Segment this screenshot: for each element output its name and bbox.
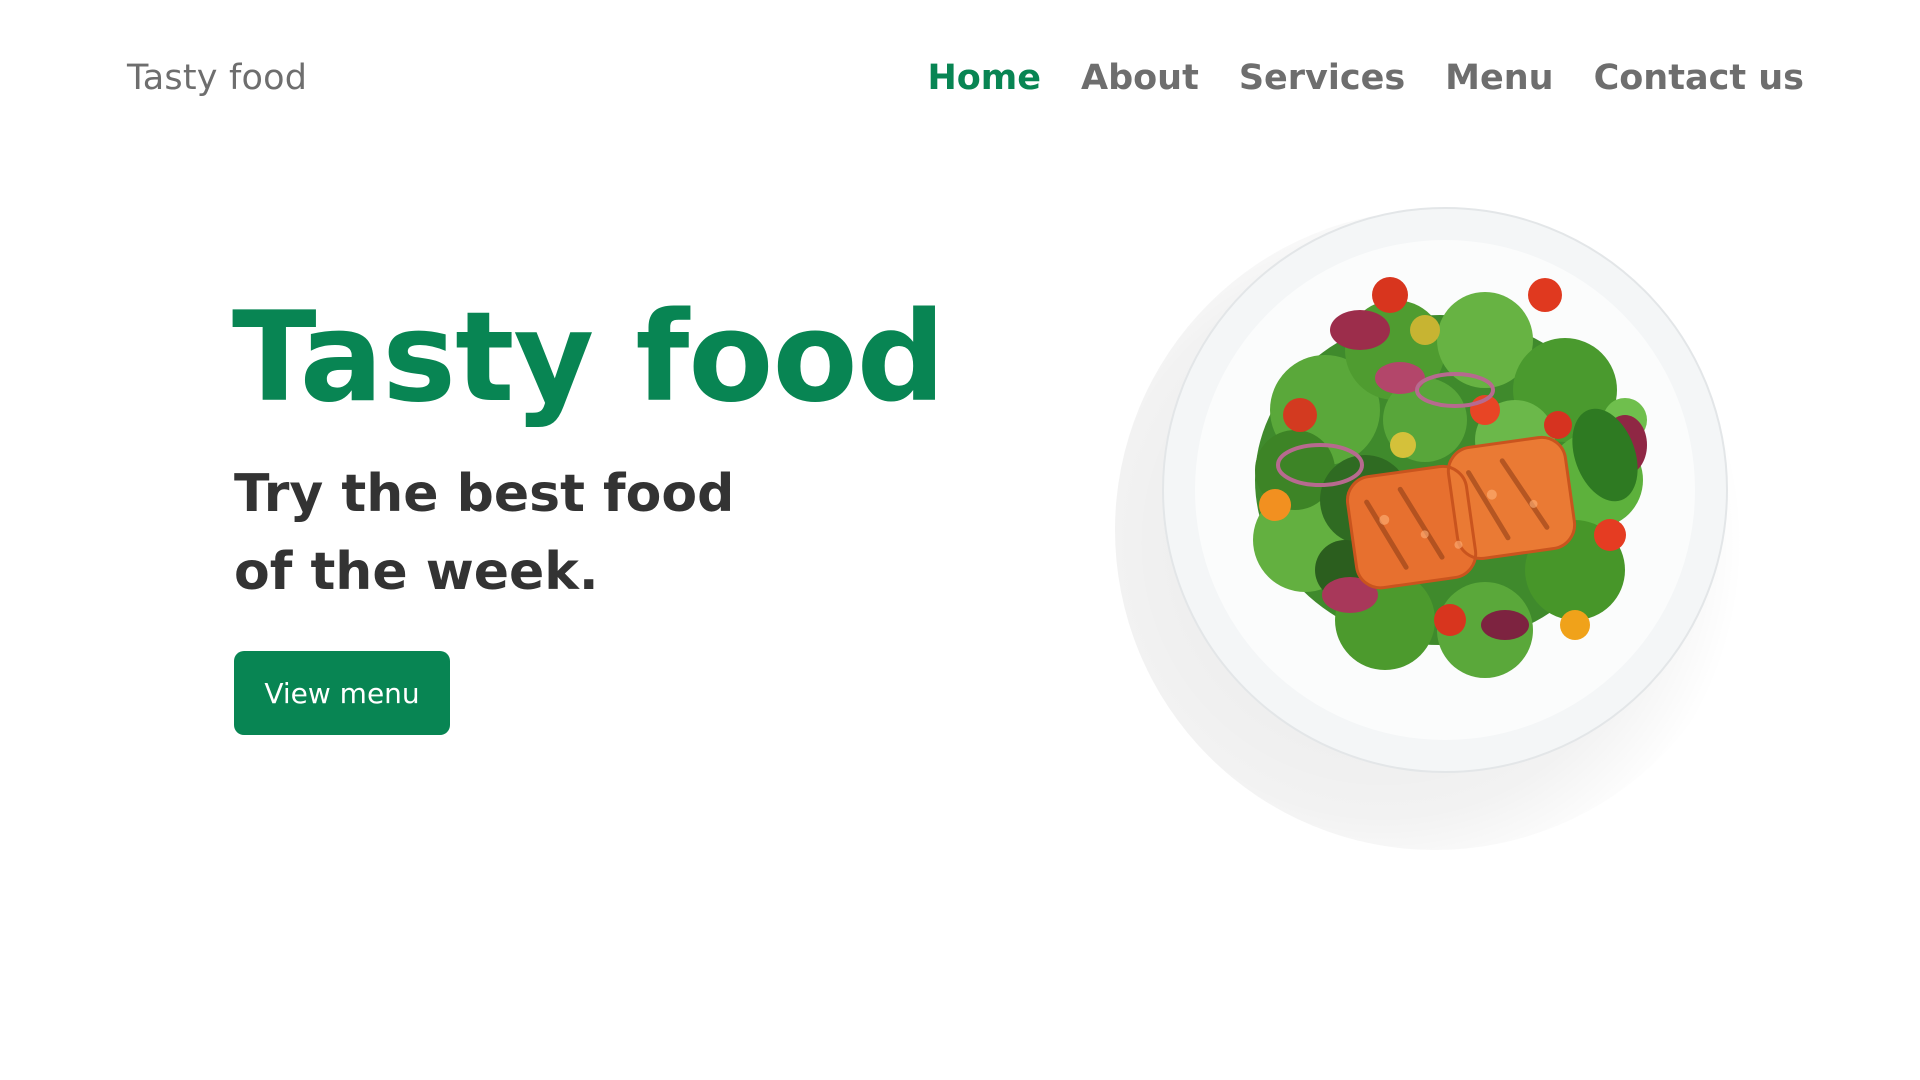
view-menu-button[interactable]: View menu [234,651,450,735]
hero-title: Tasty food [232,286,945,430]
plate-illustration [1162,207,1728,773]
nav-item-about: About [1081,58,1199,98]
nav-link-services[interactable]: Services [1239,58,1405,98]
olive [1410,315,1440,345]
salmon-salad-plate-image [1115,200,1755,850]
nav-link-menu[interactable]: Menu [1445,58,1553,98]
landing-page: Tasty food Home About Services Menu Cont… [0,0,1920,1080]
nav-link-about[interactable]: About [1081,58,1199,98]
site-logo[interactable]: Tasty food [127,58,307,98]
nav-link-contact-us[interactable]: Contact us [1594,58,1804,98]
site-header: Tasty food Home About Services Menu Cont… [0,0,1920,160]
nav-item-menu: Menu [1445,58,1553,98]
nav-item-services: Services [1239,58,1405,98]
hero-subtitle: Try the best food of the week. [234,464,735,602]
nav-list: Home About Services Menu Contact us [927,58,1804,98]
nav-item-home: Home [927,58,1041,98]
olive [1390,432,1416,458]
nav-link-home[interactable]: Home [927,58,1041,98]
nav-item-contact: Contact us [1594,58,1804,98]
